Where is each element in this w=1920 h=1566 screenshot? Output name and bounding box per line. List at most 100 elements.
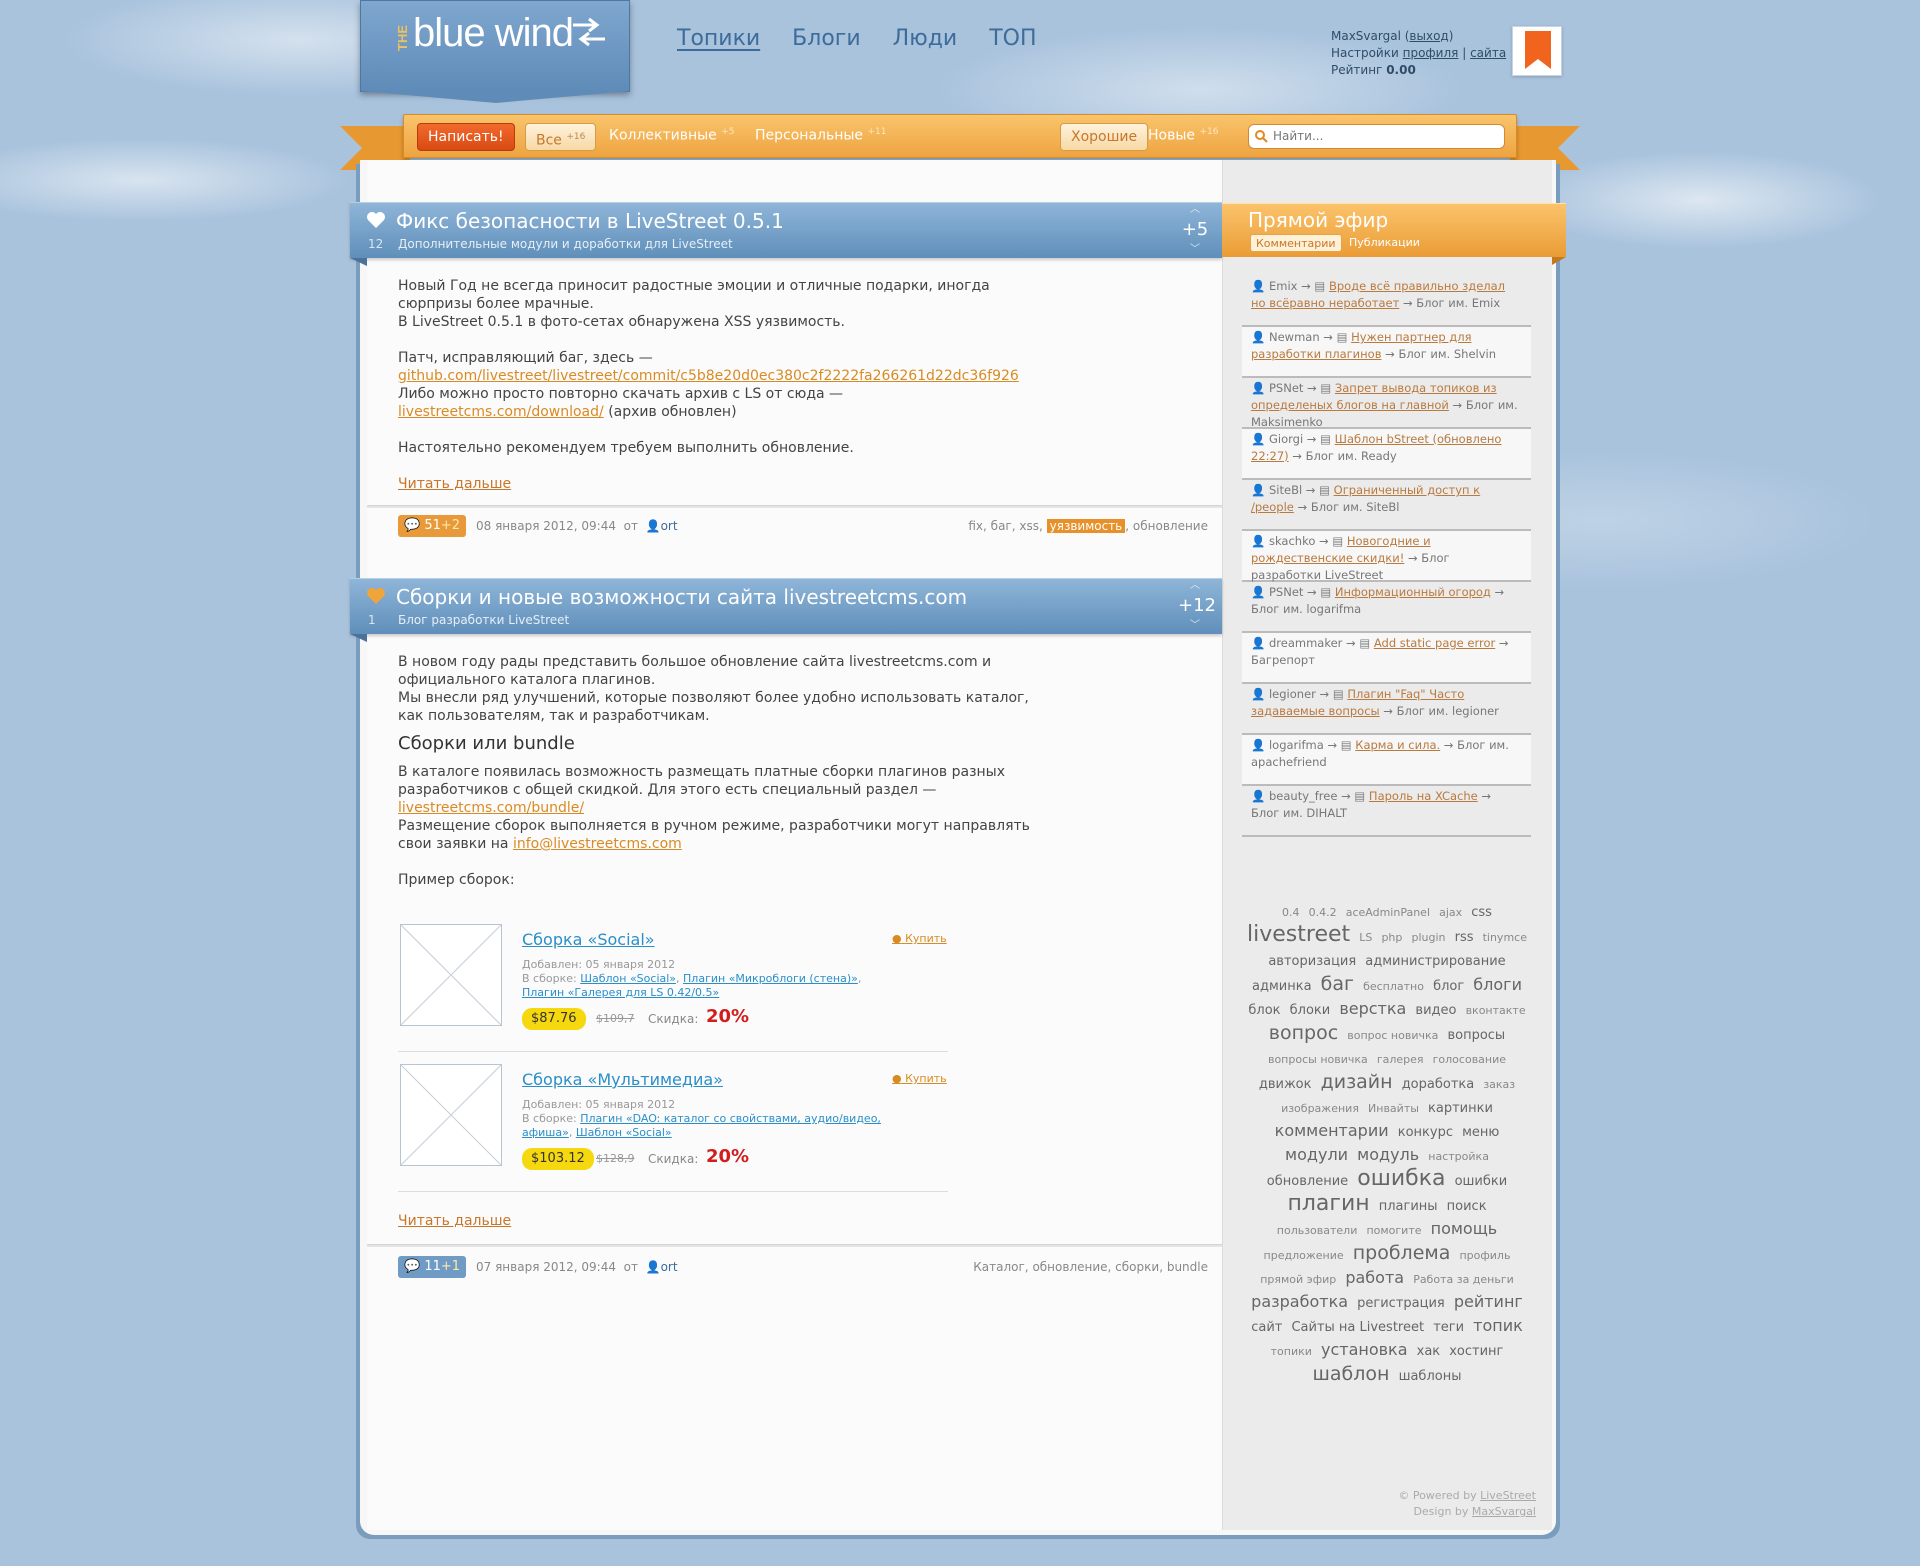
stream-blog[interactable]: Блог им. DIHALT [1251, 806, 1347, 820]
tag-cloud-item[interactable]: ajax [1439, 906, 1462, 919]
topic-title[interactable]: Фикс безопасности в LiveStreet 0.5.1 [396, 209, 784, 233]
comments-badge[interactable]: 💬 51+2 [398, 515, 467, 537]
tag-cloud-item[interactable]: livestreet [1247, 922, 1350, 947]
tag-link[interactable]: обновление [1133, 519, 1208, 533]
stream-blog[interactable]: Блог им. Shelvin [1398, 347, 1496, 361]
stream-blog[interactable]: Багрепорт [1251, 653, 1315, 667]
tag-cloud-item[interactable]: видео [1415, 1003, 1456, 1018]
stream-blog[interactable]: Блог им. legioner [1397, 704, 1499, 718]
vote-up-icon[interactable]: ︿ [1178, 581, 1212, 591]
tag-cloud-item[interactable]: профиль [1459, 1249, 1510, 1262]
email-link[interactable]: info@livestreetcms.com [513, 836, 682, 852]
bundle-item-link[interactable]: Шаблон «Social» [576, 1126, 672, 1139]
tag-cloud-item[interactable]: разработка [1251, 1292, 1348, 1311]
tag-link[interactable]: обновление [1032, 1260, 1107, 1274]
filter-good[interactable]: Хорошие [1060, 123, 1149, 151]
tag-cloud-item[interactable]: меню [1462, 1125, 1499, 1140]
tag-link-highlighted[interactable]: уязвимость [1046, 519, 1126, 533]
tag-cloud-item[interactable]: вопросы новичка [1268, 1053, 1368, 1066]
tag-cloud-item[interactable]: aceAdminPanel [1346, 906, 1430, 919]
tag-cloud-item[interactable]: теги [1433, 1320, 1464, 1335]
tag-cloud-item[interactable]: изображения [1281, 1102, 1359, 1115]
favourite-heart-icon[interactable] [366, 587, 386, 605]
nav-top[interactable]: ТОП [989, 26, 1036, 51]
tag-cloud-item[interactable]: работа [1345, 1268, 1404, 1287]
tag-cloud-item[interactable]: предложение [1264, 1249, 1344, 1262]
stream-user[interactable]: PSNet [1269, 585, 1303, 599]
buy-link[interactable]: ● Купить [892, 932, 947, 945]
stream-user[interactable]: skachko [1269, 534, 1315, 548]
bundle-link[interactable]: livestreetcms.com/bundle/ [398, 800, 584, 816]
product-title-link[interactable]: Сборка «Social» [522, 930, 655, 949]
profile-settings-link[interactable]: профиля [1403, 46, 1459, 60]
tag-cloud-item[interactable]: голосование [1433, 1053, 1506, 1066]
patch-link[interactable]: github.com/livestreet/livestreet/commit/… [398, 368, 1019, 384]
tag-cloud-item[interactable]: плагины [1379, 1199, 1438, 1214]
tag-cloud-item[interactable]: помощь [1431, 1219, 1498, 1238]
download-link[interactable]: livestreetcms.com/download/ [398, 404, 604, 420]
tag-cloud-item[interactable]: прямой эфир [1260, 1273, 1336, 1286]
tag-cloud-item[interactable]: топик [1473, 1316, 1523, 1335]
vote-up-icon[interactable]: ︿ [1178, 205, 1212, 215]
tag-cloud-item[interactable]: блок [1248, 1003, 1280, 1018]
stream-blog[interactable]: Блог им. SiteBl [1311, 500, 1400, 514]
read-more-link[interactable]: Читать дальше [398, 476, 511, 492]
tag-link[interactable]: Каталог [973, 1260, 1025, 1274]
tag-cloud-item[interactable]: вопрос [1269, 1022, 1338, 1044]
tag-cloud-item[interactable]: rss [1455, 930, 1474, 945]
tag-cloud-item[interactable]: картинки [1428, 1101, 1493, 1116]
nav-blogs[interactable]: Блоги [792, 26, 860, 51]
username-link[interactable]: MaxSvargal [1331, 29, 1401, 43]
stream-user[interactable]: legioner [1269, 687, 1316, 701]
stream-user[interactable]: beauty_free [1269, 789, 1337, 803]
vote-down-icon[interactable]: ﹀ [1178, 245, 1212, 255]
filter-personal[interactable]: Персональные +11 [755, 127, 887, 144]
tag-cloud-item[interactable]: модули [1285, 1145, 1348, 1164]
search-input[interactable]: Найти... [1248, 124, 1505, 149]
tag-cloud-item[interactable]: помогите [1366, 1224, 1421, 1237]
tag-cloud-item[interactable]: вконтакте [1466, 1004, 1526, 1017]
tag-cloud-item[interactable]: топики [1271, 1345, 1312, 1358]
tag-cloud-item[interactable]: 0.4.2 [1309, 906, 1337, 919]
stream-user[interactable]: Giorgi [1269, 432, 1303, 446]
tag-cloud-item[interactable]: блоки [1290, 1003, 1331, 1018]
stream-topic-link[interactable]: Информационный огород [1335, 585, 1491, 599]
tag-cloud-item[interactable]: обновление [1267, 1174, 1348, 1189]
tag-cloud-item[interactable]: сайт [1251, 1320, 1282, 1335]
tag-cloud-item[interactable]: css [1471, 905, 1492, 920]
tag-cloud-item[interactable]: рейтинг [1454, 1292, 1523, 1311]
product-title-link[interactable]: Сборка «Мультимедиа» [522, 1070, 723, 1089]
tag-cloud-item[interactable]: дизайн [1321, 1071, 1393, 1093]
comments-badge[interactable]: 💬 11+1 [398, 1256, 467, 1278]
tag-cloud-item[interactable]: tinymce [1483, 931, 1527, 944]
stream-user[interactable]: Newman [1269, 330, 1320, 344]
topic-title[interactable]: Сборки и новые возможности сайта livestr… [396, 585, 967, 609]
tag-link[interactable]: сборки [1115, 1260, 1159, 1274]
tab-publications[interactable]: Публикации [1344, 234, 1425, 252]
tag-cloud-item[interactable]: движок [1259, 1077, 1312, 1092]
stream-user[interactable]: logarifma [1269, 738, 1324, 752]
tag-cloud-item[interactable]: блоги [1473, 975, 1522, 994]
nav-topics[interactable]: Топики [677, 26, 760, 51]
tag-cloud-item[interactable]: админка [1252, 979, 1312, 994]
tag-cloud-item[interactable]: хостинг [1449, 1344, 1503, 1359]
write-button[interactable]: Написать! [417, 123, 515, 151]
bundle-item-link[interactable]: Плагин «Микроблоги (стена)» [683, 972, 858, 985]
stream-user[interactable]: Emix [1269, 279, 1297, 293]
tag-cloud-item[interactable]: баг [1321, 973, 1354, 995]
stream-user[interactable]: dreammaker [1269, 636, 1342, 650]
stream-topic-link[interactable]: Пароль на XCache [1369, 789, 1478, 803]
bundle-item-link[interactable]: Шаблон «Social» [580, 972, 676, 985]
tag-cloud-item[interactable]: настройка [1428, 1150, 1489, 1163]
powered-link[interactable]: LiveStreet [1480, 1489, 1536, 1502]
tag-cloud-item[interactable]: хак [1417, 1344, 1441, 1359]
author-link[interactable]: ort [661, 1260, 678, 1274]
design-link[interactable]: MaxSvargal [1472, 1505, 1536, 1518]
author-link[interactable]: ort [661, 519, 678, 533]
tag-cloud-item[interactable]: вопросы [1447, 1028, 1505, 1043]
tag-link[interactable]: bundle [1167, 1260, 1208, 1274]
vote-down-icon[interactable]: ﹀ [1178, 621, 1212, 631]
tag-link[interactable]: xss [1019, 519, 1039, 533]
logout-link[interactable]: выход [1409, 29, 1448, 43]
nav-people[interactable]: Люди [893, 26, 958, 51]
